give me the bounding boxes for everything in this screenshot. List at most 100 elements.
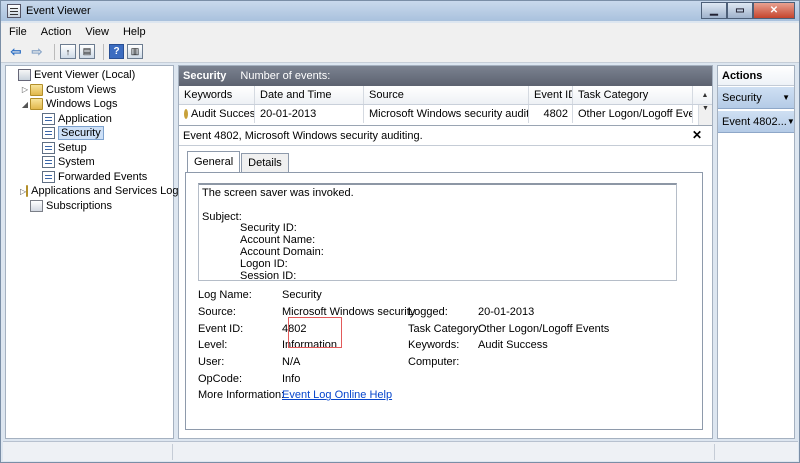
close-button[interactable]: ✕	[753, 2, 795, 19]
keywords-value: Audit Success	[478, 339, 548, 352]
tab-details[interactable]: Details	[241, 153, 289, 172]
minimize-button[interactable]: ▁	[701, 2, 727, 19]
column-source[interactable]: Source	[364, 86, 529, 104]
window-title: Event Viewer	[26, 5, 91, 17]
tree-node[interactable]: Application	[6, 112, 173, 127]
log-icon	[42, 127, 55, 140]
tree-node-label: Event Viewer (Local)	[34, 69, 136, 82]
logged-label: Logged:	[408, 306, 448, 319]
description-field: Logon ID:	[240, 257, 288, 270]
log-icon	[42, 112, 55, 125]
event-detail-title-bar: Event 4802, Microsoft Windows security a…	[179, 126, 712, 146]
chevron-down-icon: ▼	[782, 93, 790, 102]
tree-node-label: Subscriptions	[46, 199, 113, 212]
event-log-online-help-link[interactable]: Event Log Online Help	[282, 389, 392, 401]
column-date-time[interactable]: Date and Time	[255, 86, 364, 104]
menu-action[interactable]: Action	[41, 26, 72, 38]
log-icon	[42, 170, 55, 183]
expand-arrow-icon[interactable]: ▷	[20, 85, 30, 94]
tree-node-label: Forwarded Events	[58, 170, 148, 183]
tab-general[interactable]: General	[187, 151, 241, 172]
row-keywords-cell: Audit Success	[179, 105, 255, 123]
description-field: Account Domain:	[240, 245, 324, 258]
show-hide-action-pane-icon[interactable]: ▥	[127, 44, 143, 59]
action-group-event[interactable]: Event 4802... ▼	[718, 111, 794, 133]
table-row[interactable]: Audit Success 20-01-2013 Microsoft Windo…	[179, 105, 712, 123]
event-description[interactable]: The screen saver was invoked. Subject: S…	[198, 183, 677, 281]
log-name-label: Log Name:	[198, 289, 252, 302]
tree-node-label: Applications and Services Logs	[31, 185, 185, 198]
tree-node-label: Security	[58, 126, 104, 141]
logged-value: 20-01-2013	[478, 306, 535, 319]
log-icon	[42, 141, 55, 154]
event-properties: Log Name: Security Source: Microsoft Win…	[198, 287, 693, 404]
row-keywords: Audit Success	[191, 108, 255, 120]
up-folder-icon[interactable]: ↑	[60, 44, 76, 59]
tree-node[interactable]: ▷ Custom Views	[6, 83, 173, 98]
task-category-label: Task Category:	[408, 322, 482, 335]
tree-node[interactable]: Security	[6, 126, 173, 141]
status-bar	[3, 441, 798, 461]
column-task-category[interactable]: Task Category	[573, 86, 693, 104]
level-label: Level:	[198, 339, 228, 352]
task-category-value: Other Logon/Logoff Events	[478, 322, 610, 335]
event-id-label: Event ID:	[198, 322, 244, 335]
event-viewer-window: Event Viewer ▁ ▭ ✕ File Action View Help…	[0, 0, 800, 463]
maximize-button[interactable]: ▭	[727, 2, 753, 19]
show-hide-tree-icon[interactable]: ▤	[79, 44, 95, 59]
tree-node[interactable]: ▷ Applications and Services Logs	[6, 184, 184, 199]
action-group-label: Security	[722, 91, 762, 104]
menu-bar: File Action View Help	[1, 23, 799, 41]
keywords-label: Keywords:	[408, 339, 460, 352]
toolbar-separator	[54, 43, 55, 60]
key-icon	[184, 109, 188, 119]
log-name-value: Security	[282, 289, 322, 302]
status-section	[175, 444, 715, 460]
actions-title: Actions	[718, 66, 794, 86]
log-header-name: Security	[183, 70, 227, 82]
user-value: N/A	[282, 356, 301, 369]
action-group-security[interactable]: Security ▼	[718, 87, 794, 109]
tree-node[interactable]: ◢ Windows Logs	[6, 97, 173, 112]
more-information-label: More Information:	[198, 389, 285, 402]
actions-pane: Actions Security ▼ Event 4802... ▼	[717, 65, 795, 439]
column-keywords[interactable]: Keywords	[179, 86, 255, 104]
help-icon[interactable]: ?	[109, 44, 124, 59]
row-source: Microsoft Windows security auditing.	[364, 105, 529, 123]
menu-help[interactable]: Help	[123, 26, 146, 38]
expand-arrow-icon[interactable]: ◢	[20, 100, 30, 109]
scroll-down-arrow-icon[interactable]: ▼	[698, 105, 712, 125]
title-bar[interactable]: Event Viewer ▁ ▭ ✕	[1, 1, 799, 21]
tree-node[interactable]: Subscriptions	[6, 199, 173, 214]
tree-node[interactable]: System	[6, 155, 173, 170]
detail-tabs: General Details	[187, 151, 290, 172]
event-detail-title: Event 4802, Microsoft Windows security a…	[183, 129, 423, 142]
chevron-down-icon: ▼	[786, 117, 794, 126]
computer-label: Computer:	[408, 356, 460, 369]
subscription-icon	[30, 199, 43, 212]
toolbar: ⇦ ⇨ ↑ ▤ ? ▥	[1, 41, 799, 63]
tree-node[interactable]: Event Viewer (Local)	[6, 68, 173, 83]
log-icon	[42, 156, 55, 169]
status-section	[3, 444, 173, 460]
row-event-id: 4802	[529, 105, 573, 123]
scroll-up-arrow-icon[interactable]: ▲	[698, 86, 712, 105]
menu-view[interactable]: View	[85, 26, 109, 38]
tree-node[interactable]: Setup	[6, 141, 173, 156]
tree-node-label: System	[58, 156, 95, 169]
navigation-tree: Event Viewer (Local) ▷ Custom Views ◢ Window…	[5, 65, 184, 439]
row-date: 20-01-2013	[255, 105, 364, 123]
close-icon[interactable]: ✕	[692, 128, 702, 142]
event-viewer-icon	[18, 69, 31, 82]
column-event-id[interactable]: Event ID	[529, 86, 573, 104]
folder-icon	[30, 98, 43, 111]
back-arrow-icon[interactable]: ⇦	[7, 44, 25, 60]
tree-node[interactable]: Forwarded Events	[6, 170, 173, 185]
forward-arrow-icon[interactable]: ⇨	[28, 44, 46, 60]
description-line: The screen saver was invoked.	[202, 187, 354, 199]
general-tab-body: The screen saver was invoked. Subject: S…	[185, 172, 703, 430]
tree-node-label: Setup	[58, 141, 87, 154]
tree-node-label: Application	[58, 112, 112, 125]
action-group-label: Event 4802...	[722, 115, 787, 128]
menu-file[interactable]: File	[9, 26, 27, 38]
